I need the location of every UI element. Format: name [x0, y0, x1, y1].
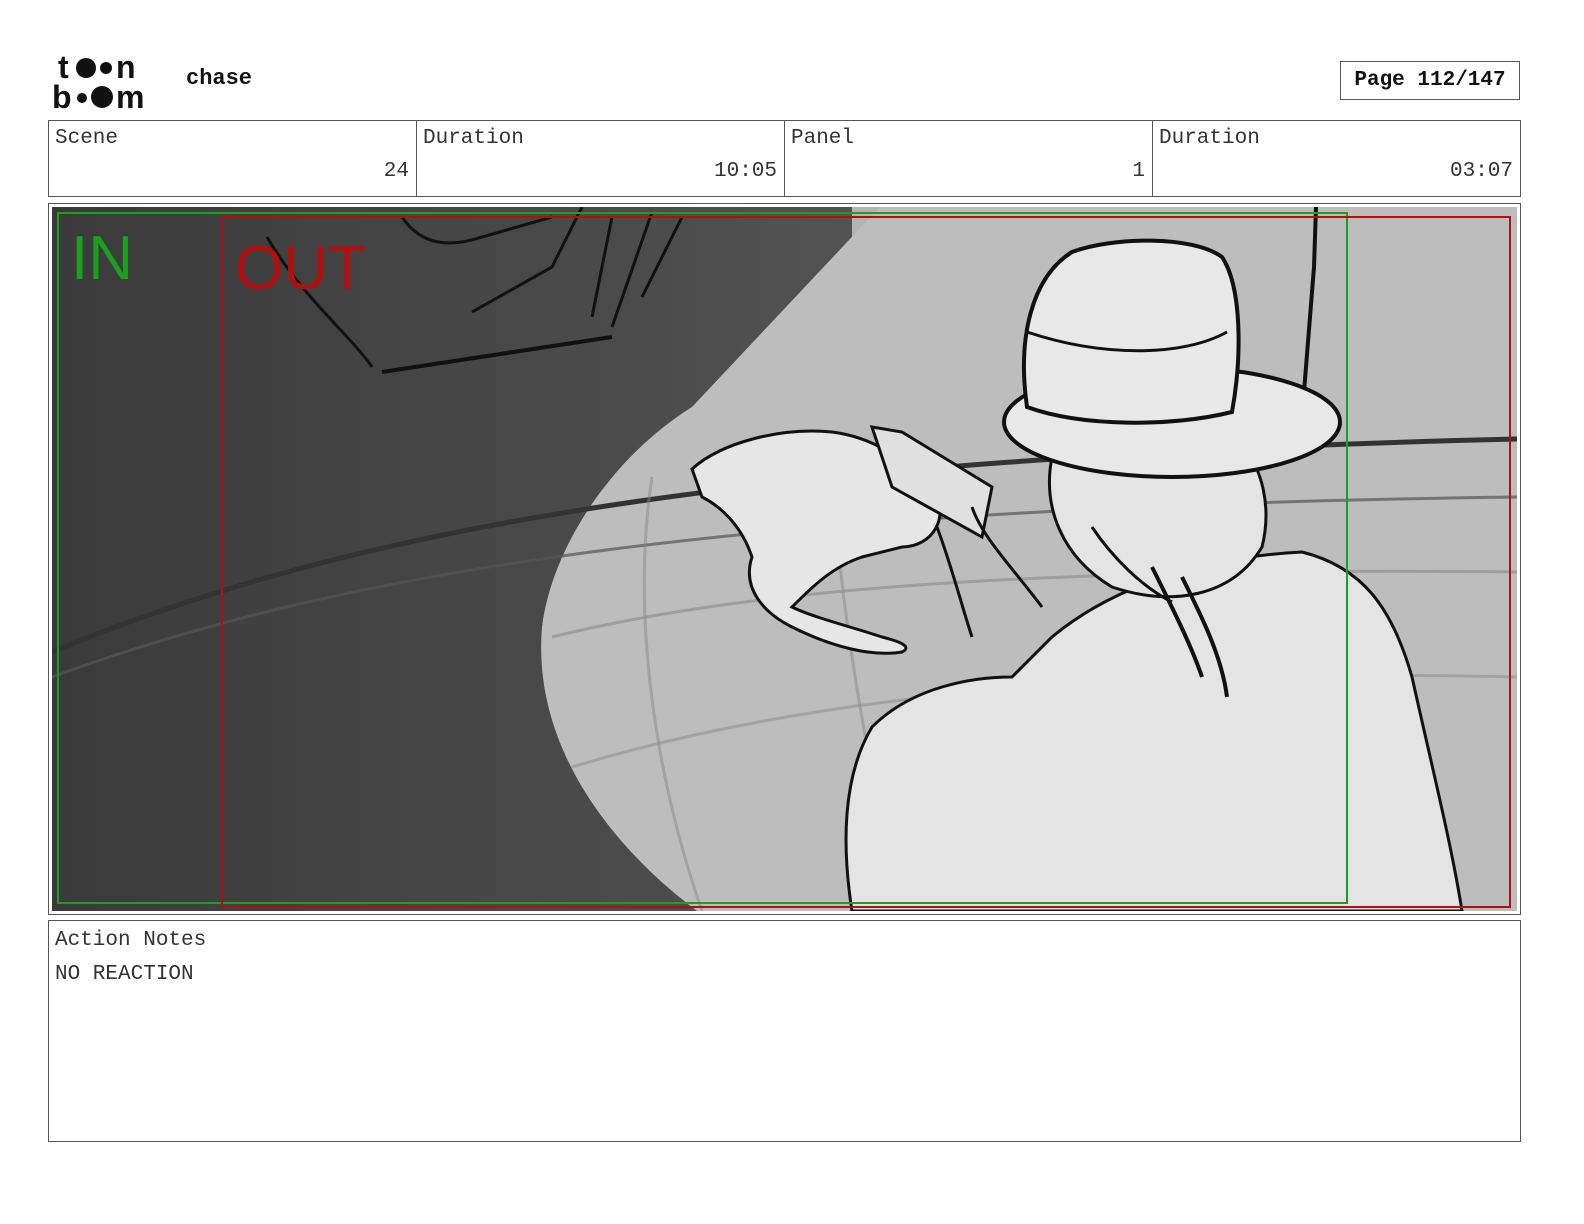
scene-cell: Scene 24 [49, 121, 417, 196]
panel-cell: Panel 1 [785, 121, 1153, 196]
action-notes-label: Action Notes [55, 929, 207, 952]
out-marker: OUT [235, 234, 366, 303]
svg-text:m: m [116, 79, 144, 112]
action-notes-text: NO REACTION [55, 963, 194, 986]
svg-text:b: b [52, 79, 72, 112]
panel-duration-value: 03:07 [1449, 160, 1513, 183]
storyboard-panel: IN OUT [48, 203, 1521, 915]
storyboard-sketch [52, 207, 1517, 911]
scene-duration-value: 10:05 [713, 160, 777, 183]
page-number: Page 112/147 [1340, 61, 1520, 100]
scene-value: 24 [383, 160, 409, 183]
in-marker: IN [71, 224, 133, 293]
panel-value: 1 [1132, 160, 1145, 183]
panel-label: Panel [791, 127, 855, 150]
scene-label: Scene [55, 127, 119, 150]
panel-duration-label: Duration [1159, 127, 1260, 150]
toonboom-logo: t n b m [52, 50, 164, 112]
scene-duration-cell: Duration 10:05 [417, 121, 785, 196]
project-title: chase [186, 66, 253, 91]
scene-duration-label: Duration [423, 127, 524, 150]
action-notes-box: Action Notes NO REACTION [48, 920, 1521, 1142]
panel-info-row: Scene 24 Duration 10:05 Panel 1 Duration… [48, 120, 1521, 197]
panel-duration-cell: Duration 03:07 [1153, 121, 1520, 196]
